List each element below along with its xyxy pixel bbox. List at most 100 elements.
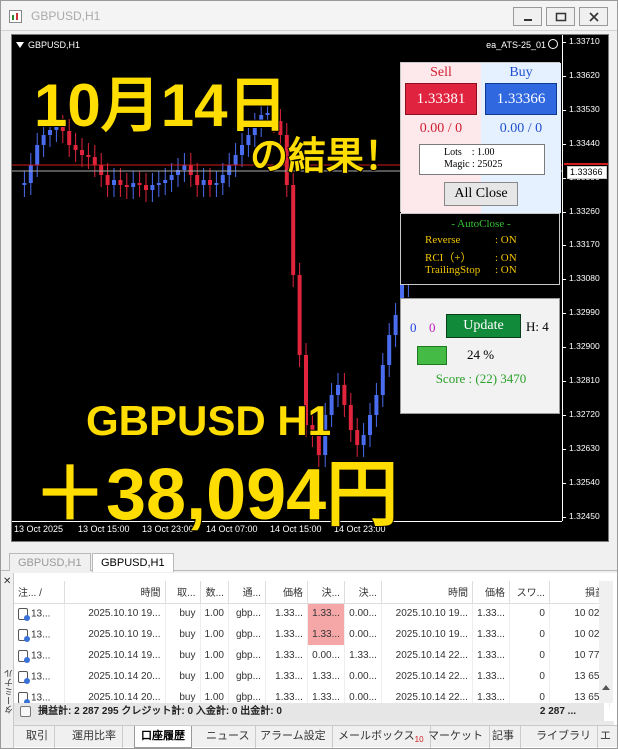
candle-body xyxy=(233,155,238,165)
autoclose-row-trailingstop: TrailingStop: ON xyxy=(425,264,517,276)
deal-icon xyxy=(18,691,30,705)
col-header[interactable]: 決... xyxy=(344,581,382,604)
col-header[interactable]: 数... xyxy=(200,581,229,604)
ea-status-icon xyxy=(548,39,558,49)
cell-text: 2025.10.10 19... xyxy=(395,629,468,640)
price-tick-mark xyxy=(562,109,566,111)
candle-body xyxy=(35,145,40,165)
cell-text: buy xyxy=(179,629,196,640)
cell-text: gbp... xyxy=(235,650,261,661)
col-header[interactable]: スワ... xyxy=(509,581,550,604)
col-header[interactable]: 注... / xyxy=(14,581,65,604)
cell-text: 0 xyxy=(539,650,545,661)
table-cell: 0.00... xyxy=(344,603,382,624)
cell-text: 1.00 xyxy=(204,629,224,640)
all-close-button[interactable]: All Close xyxy=(444,182,518,206)
buy-profit-loss: 0.00 / 0 xyxy=(499,121,543,136)
table-cell: gbp... xyxy=(228,645,266,666)
candle-body xyxy=(368,415,372,435)
tab-trade[interactable]: 取引 xyxy=(20,726,55,748)
maximize-button[interactable] xyxy=(546,7,575,26)
col-header[interactable]: 価格 xyxy=(265,581,308,604)
cell-text: 1.33... xyxy=(477,692,505,703)
table-row[interactable]: 13... 2025.10.10 19... buy 1.00 gbp... 1.33..… xyxy=(14,624,610,645)
autoclose-value: : ON xyxy=(495,252,517,264)
cell-text: 2025.10.10 19... xyxy=(88,608,161,620)
scroll-up-icon[interactable] xyxy=(602,685,610,690)
tab-alerts[interactable]: アラーム設定 xyxy=(254,726,333,748)
tab-library[interactable]: ライブラリ xyxy=(530,726,598,748)
table-row[interactable]: 13... 2025.10.14 20... buy 1.00 gbp... 1.33..… xyxy=(14,666,610,687)
cell-text: 1.33... xyxy=(312,608,340,620)
table-cell: 2025.10.14 19... xyxy=(64,645,166,666)
autoclose-value: : ON xyxy=(495,264,517,276)
sell-button[interactable]: 1.33381 xyxy=(405,83,477,115)
tab-experts[interactable]: エ xyxy=(594,726,617,748)
update-button[interactable]: Update xyxy=(446,314,521,338)
minimize-button[interactable] xyxy=(513,7,542,26)
table-cell: 13... xyxy=(14,603,65,624)
tab-news[interactable]: ニュース xyxy=(200,726,257,748)
table-cell: 1.33... xyxy=(307,624,345,645)
price-chart[interactable]: GBPUSD,H1 ea_ATS-25_01 1.33710 1.33620 1.3… xyxy=(11,34,609,542)
buy-button[interactable]: 1.33366 xyxy=(485,83,557,115)
current-price-tag: 1.33366 xyxy=(567,166,607,179)
price-tick-mark xyxy=(562,482,566,484)
chart-menu-icon[interactable] xyxy=(16,42,24,48)
cell-text: 13... xyxy=(31,650,51,662)
chart-tab-1[interactable]: GBPUSD,H1 xyxy=(9,553,91,571)
deal-icon xyxy=(18,670,30,684)
tab-exposure[interactable]: 運用比率 xyxy=(66,726,123,748)
table-row[interactable]: 13... 2025.10.14 19... buy 1.00 gbp... 1.33..… xyxy=(14,645,610,666)
cell-text: 0 xyxy=(539,608,545,620)
table-cell: 1.33... xyxy=(344,645,382,666)
vertical-scrollbar[interactable] xyxy=(599,581,613,703)
table-row[interactable]: 13... 2025.10.10 19... buy 1.00 gbp... 1.33..… xyxy=(14,603,610,624)
col-header[interactable]: 時間 xyxy=(64,581,166,604)
cell-text: 2025.10.14 22... xyxy=(395,692,468,703)
candle-body xyxy=(137,183,142,185)
candle-body xyxy=(86,155,91,157)
cell-text: buy xyxy=(179,608,196,620)
col-header[interactable]: 取... xyxy=(165,581,201,604)
cell-text: 2025.10.14 20... xyxy=(88,692,161,703)
col-header[interactable]: 決... xyxy=(307,581,345,604)
candle-body xyxy=(188,165,193,175)
progress-percent: 24 % xyxy=(467,347,495,362)
table-cell: 13... xyxy=(14,666,65,687)
price-tick-mark xyxy=(562,516,566,518)
candle-body xyxy=(28,165,33,183)
expert-advisor-label[interactable]: ea_ATS-25_01 xyxy=(486,40,546,50)
col-header[interactable]: 価格 xyxy=(472,581,510,604)
table-cell: buy xyxy=(165,666,201,687)
close-button[interactable] xyxy=(579,7,608,26)
table-cell: buy xyxy=(165,603,201,624)
col-header[interactable]: 通... xyxy=(228,581,266,604)
candle-body xyxy=(80,150,84,155)
table-cell: 1.00 xyxy=(200,624,229,645)
bid-line-marker xyxy=(564,163,608,165)
table-cell: 0.00... xyxy=(307,645,345,666)
candle-body xyxy=(131,183,136,187)
price-tick-mark xyxy=(562,143,566,145)
terminal-close-icon[interactable]: ✕ xyxy=(3,576,11,587)
table-cell: 2025.10.14 20... xyxy=(64,666,166,687)
tab-articles[interactable]: 記事 xyxy=(486,726,521,748)
tab-account-history[interactable]: 口座履歴 xyxy=(134,726,192,748)
cell-text: 0 xyxy=(539,692,545,703)
summary-total: 2 287 ... xyxy=(539,706,576,717)
terminal-tabs: 取引 運用比率 口座履歴 ニュース アラーム設定 メールボックス10 マーケット… xyxy=(14,725,617,748)
cell-text: 1.33... xyxy=(275,629,303,640)
buy-label: Buy xyxy=(509,65,533,80)
price-tick-mark xyxy=(562,414,566,416)
chart-tab-2[interactable]: GBPUSD,H1 xyxy=(92,553,174,572)
price-tick-label: 1.32630 xyxy=(569,442,600,453)
table-cell: 2025.10.10 19... xyxy=(381,624,473,645)
col-header[interactable]: 時間 xyxy=(381,581,473,604)
cell-text: gbp... xyxy=(235,692,261,703)
tab-market[interactable]: マーケット xyxy=(422,726,490,748)
terminal-window: GBPUSD,H1 GBPUSD,H1 ea_ATS-25_01 1.33710… xyxy=(0,0,618,749)
tab-mailbox[interactable]: メールボックス10 xyxy=(332,726,431,748)
candle-body xyxy=(22,183,27,185)
summary-row: 損益計: 2 287 295 クレジット計: 0 入金計: 0 出金計: 0 2… xyxy=(14,703,604,721)
